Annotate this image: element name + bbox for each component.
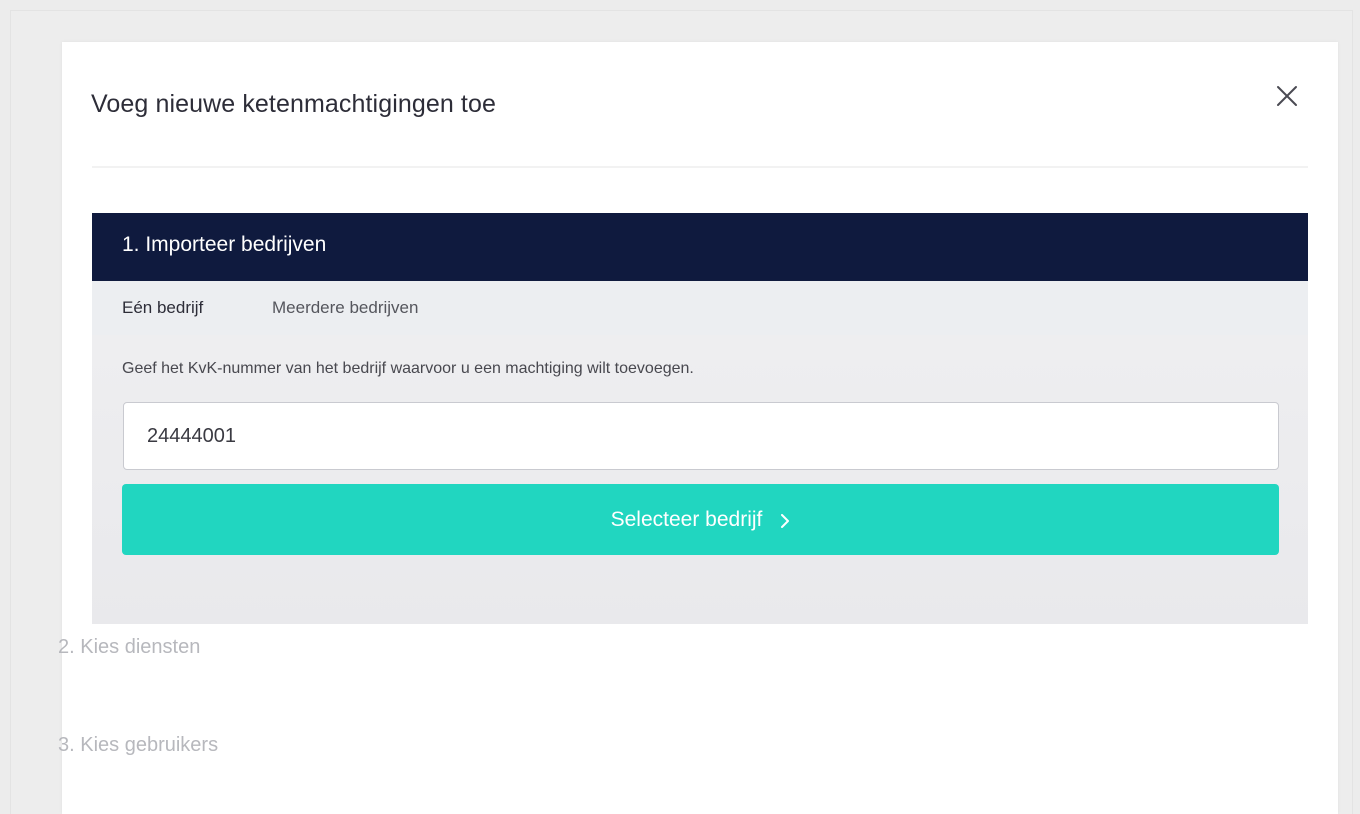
step-header[interactable]: 1. Importeer bedrijven <box>92 213 1308 281</box>
page: Voeg nieuwe ketenmachtigingen toe 1. Imp… <box>0 0 1360 814</box>
tab-multiple-companies-label: Meerdere bedrijven <box>272 298 419 317</box>
kvk-number-input[interactable] <box>123 402 1279 470</box>
tab-single-company-label: Eén bedrijf <box>122 298 204 317</box>
modal-title: Voeg nieuwe ketenmachtigingen toe <box>91 90 496 118</box>
select-company-button-label: Selecteer bedrijf <box>610 507 763 531</box>
select-company-button[interactable]: Selecteer bedrijf <box>122 484 1279 555</box>
import-mode-tabs: Eén bedrijf Meerdere bedrijven <box>92 281 1308 339</box>
close-button[interactable] <box>1274 83 1302 111</box>
header-divider <box>92 166 1308 168</box>
tab-single-company[interactable]: Eén bedrijf <box>122 281 226 339</box>
single-company-panel: Geef het KvK-nummer van het bedrijf waar… <box>92 335 1308 624</box>
tab-multiple-companies[interactable]: Meerdere bedrijven <box>272 281 472 335</box>
chevron-right-icon <box>780 513 790 528</box>
step-choose-services[interactable]: 2. Kies diensten <box>58 636 200 659</box>
step-import-companies: 1. Importeer bedrijven Eén bedrijf Meerd… <box>92 213 1308 624</box>
step-header-label: 1. Importeer bedrijven <box>122 233 327 256</box>
kvk-instructions: Geef het KvK-nummer van het bedrijf waar… <box>122 360 694 377</box>
step-choose-users[interactable]: 3. Kies gebruikers <box>58 734 218 757</box>
add-authorizations-modal: Voeg nieuwe ketenmachtigingen toe 1. Imp… <box>62 42 1338 814</box>
close-icon <box>1277 86 1297 106</box>
